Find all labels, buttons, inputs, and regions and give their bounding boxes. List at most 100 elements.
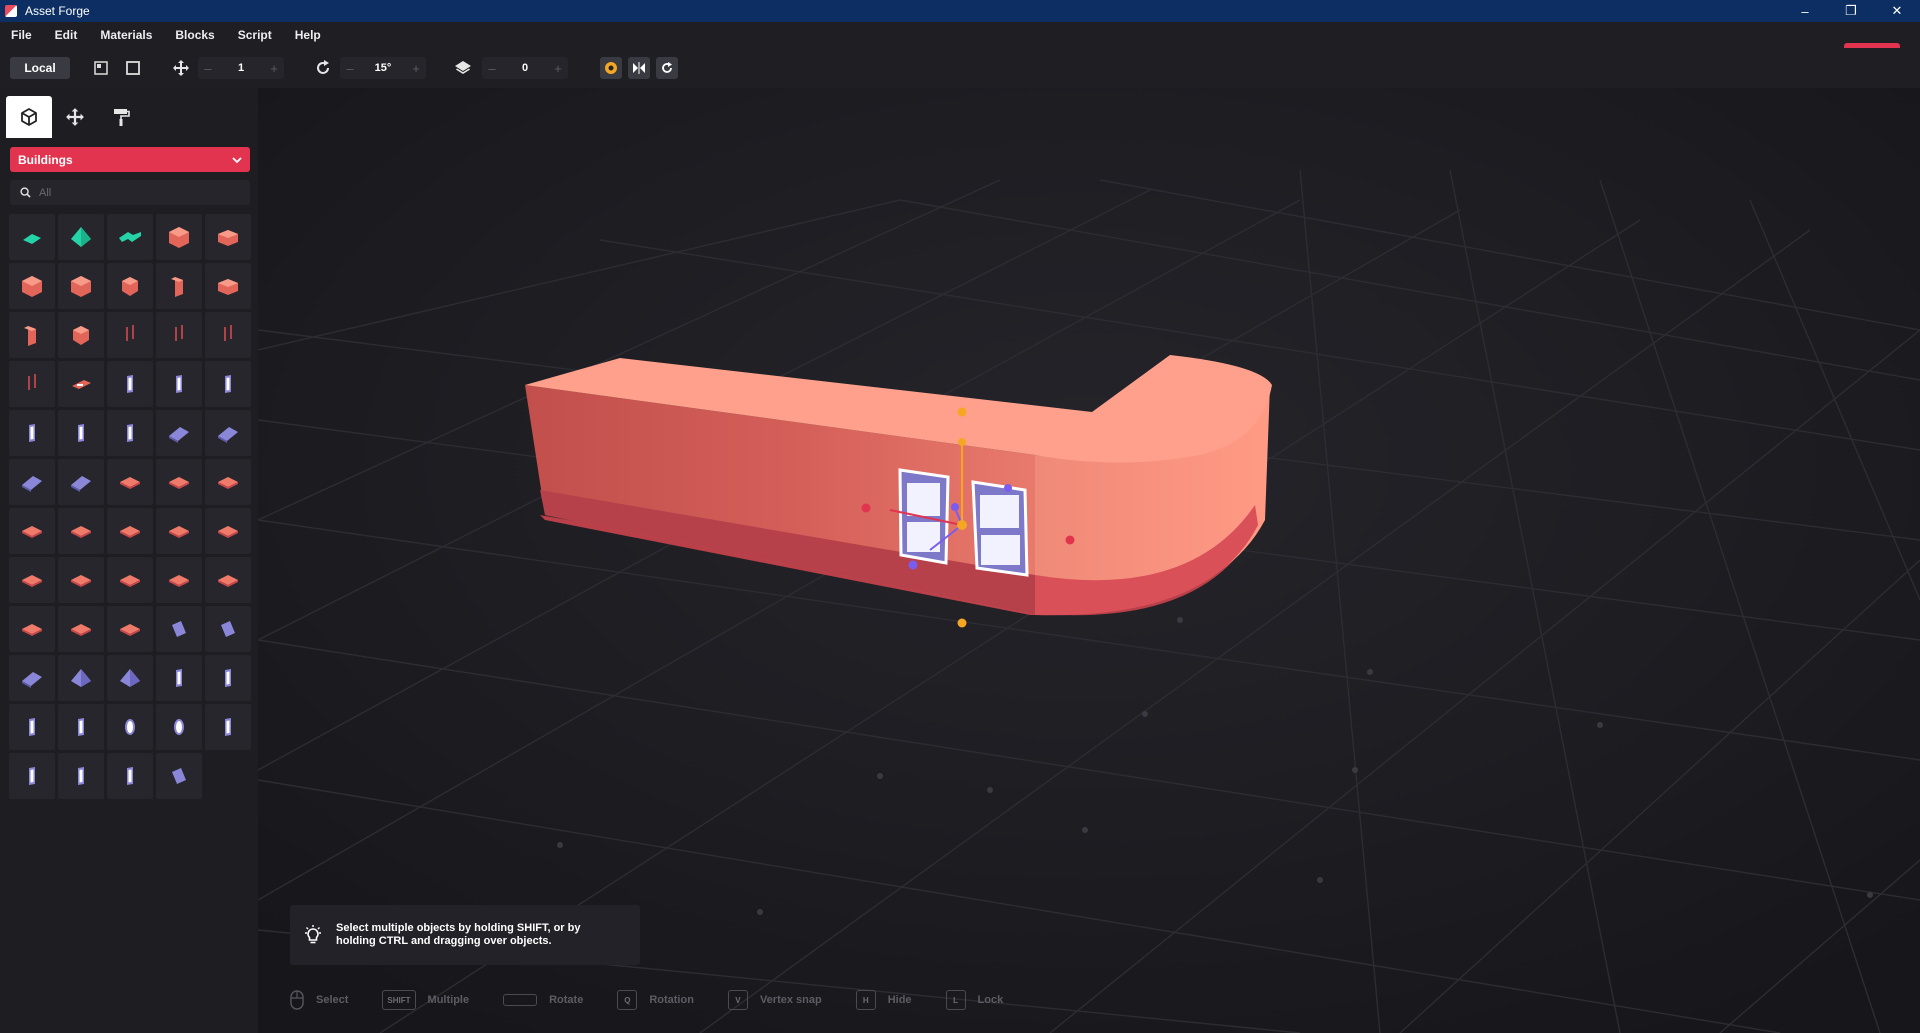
- scene-svg[interactable]: [258, 88, 1920, 1033]
- asset-tile[interactable]: [58, 361, 104, 407]
- asset-tile[interactable]: [156, 214, 202, 260]
- tab-blocks[interactable]: [6, 96, 52, 138]
- space-toggle-button[interactable]: Local: [10, 57, 70, 79]
- move-step-stepper[interactable]: – 1 +: [198, 57, 284, 79]
- asset-tile[interactable]: [9, 557, 55, 603]
- bounds-icon[interactable]: [122, 57, 144, 79]
- asset-tile[interactable]: [58, 214, 104, 260]
- layer-decrement[interactable]: –: [482, 61, 502, 76]
- asset-tile[interactable]: [107, 214, 153, 260]
- asset-tile[interactable]: [9, 361, 55, 407]
- layer-value[interactable]: 0: [502, 62, 548, 74]
- asset-tile[interactable]: [58, 263, 104, 309]
- asset-thumbnail-icon: [22, 276, 42, 297]
- asset-tile[interactable]: [9, 508, 55, 554]
- asset-tile[interactable]: [58, 410, 104, 456]
- asset-tile[interactable]: [107, 410, 153, 456]
- asset-tile[interactable]: [9, 263, 55, 309]
- maximize-button[interactable]: ❐: [1828, 0, 1874, 22]
- asset-tile[interactable]: [156, 361, 202, 407]
- asset-tile[interactable]: [156, 410, 202, 456]
- asset-tile[interactable]: [107, 655, 153, 701]
- rotate-step-decrement[interactable]: –: [340, 61, 360, 76]
- shortcut-label: Vertex snap: [759, 994, 822, 1006]
- asset-tile[interactable]: [156, 459, 202, 505]
- asset-thumbnail-icon: [71, 669, 91, 687]
- category-dropdown[interactable]: Buildings: [10, 147, 250, 172]
- menu-bar: File Edit Materials Blocks Script Help d…: [0, 22, 1920, 64]
- asset-tile[interactable]: [156, 606, 202, 652]
- asset-tile[interactable]: [58, 655, 104, 701]
- asset-tile[interactable]: [9, 410, 55, 456]
- asset-tile[interactable]: [9, 655, 55, 701]
- rotate-step-increment[interactable]: +: [406, 61, 426, 76]
- menu-help[interactable]: Help: [284, 28, 333, 42]
- asset-tile[interactable]: [205, 606, 251, 652]
- menu-blocks[interactable]: Blocks: [164, 28, 226, 42]
- asset-tile[interactable]: [58, 753, 104, 799]
- asset-tile[interactable]: [205, 312, 251, 358]
- asset-tile[interactable]: [9, 459, 55, 505]
- asset-tile[interactable]: [107, 263, 153, 309]
- shortcut-vertex-snap: V Vertex snap: [727, 990, 822, 1010]
- asset-tile[interactable]: [156, 312, 202, 358]
- asset-tile[interactable]: [58, 459, 104, 505]
- asset-tile[interactable]: [58, 704, 104, 750]
- asset-thumbnail-icon: [22, 624, 42, 636]
- 3d-viewport[interactable]: [258, 88, 1920, 1033]
- asset-tile[interactable]: [205, 361, 251, 407]
- minimize-button[interactable]: –: [1782, 0, 1828, 22]
- asset-tile[interactable]: [205, 508, 251, 554]
- asset-tile[interactable]: [205, 263, 251, 309]
- tab-transform[interactable]: [52, 96, 98, 138]
- asset-tile[interactable]: [156, 263, 202, 309]
- asset-tile[interactable]: [156, 508, 202, 554]
- asset-tile[interactable]: [107, 704, 153, 750]
- asset-tile[interactable]: [205, 410, 251, 456]
- move-step-decrement[interactable]: –: [198, 61, 218, 76]
- asset-thumbnail-icon: [169, 477, 189, 489]
- asset-tile[interactable]: [9, 704, 55, 750]
- mirror-icon[interactable]: [628, 57, 650, 79]
- asset-tile[interactable]: [107, 361, 153, 407]
- asset-tile[interactable]: [205, 704, 251, 750]
- asset-tile[interactable]: [107, 753, 153, 799]
- search-input[interactable]: [39, 186, 239, 199]
- tab-paint[interactable]: [98, 96, 144, 138]
- reset-rotation-icon[interactable]: [656, 57, 678, 79]
- layer-increment[interactable]: +: [548, 61, 568, 76]
- asset-tile[interactable]: [107, 459, 153, 505]
- menu-materials[interactable]: Materials: [89, 28, 164, 42]
- rotate-step-stepper[interactable]: – 15° +: [340, 57, 426, 79]
- asset-tile[interactable]: [156, 753, 202, 799]
- asset-tile[interactable]: [107, 508, 153, 554]
- asset-tile[interactable]: [9, 214, 55, 260]
- menu-edit[interactable]: Edit: [44, 28, 90, 42]
- close-button[interactable]: ✕: [1874, 0, 1920, 22]
- asset-tile[interactable]: [205, 214, 251, 260]
- move-step-increment[interactable]: +: [264, 61, 284, 76]
- asset-tile[interactable]: [58, 606, 104, 652]
- asset-tile[interactable]: [9, 312, 55, 358]
- asset-tile[interactable]: [58, 557, 104, 603]
- move-step-value[interactable]: 1: [218, 62, 264, 74]
- asset-tile[interactable]: [107, 312, 153, 358]
- asset-tile[interactable]: [156, 704, 202, 750]
- rotate-step-value[interactable]: 15°: [360, 62, 406, 74]
- layer-stepper[interactable]: – 0 +: [482, 57, 568, 79]
- asset-tile[interactable]: [9, 753, 55, 799]
- asset-tile[interactable]: [205, 557, 251, 603]
- vertex-snap-icon[interactable]: [600, 57, 622, 79]
- asset-tile[interactable]: [9, 606, 55, 652]
- asset-tile[interactable]: [107, 606, 153, 652]
- asset-tile[interactable]: [205, 459, 251, 505]
- asset-tile[interactable]: [58, 508, 104, 554]
- asset-tile[interactable]: [107, 557, 153, 603]
- grid-snap-icon[interactable]: [90, 57, 112, 79]
- asset-tile[interactable]: [156, 557, 202, 603]
- asset-tile[interactable]: [58, 312, 104, 358]
- asset-tile[interactable]: [205, 655, 251, 701]
- asset-tile[interactable]: [156, 655, 202, 701]
- menu-file[interactable]: File: [0, 28, 44, 42]
- menu-script[interactable]: Script: [227, 28, 284, 42]
